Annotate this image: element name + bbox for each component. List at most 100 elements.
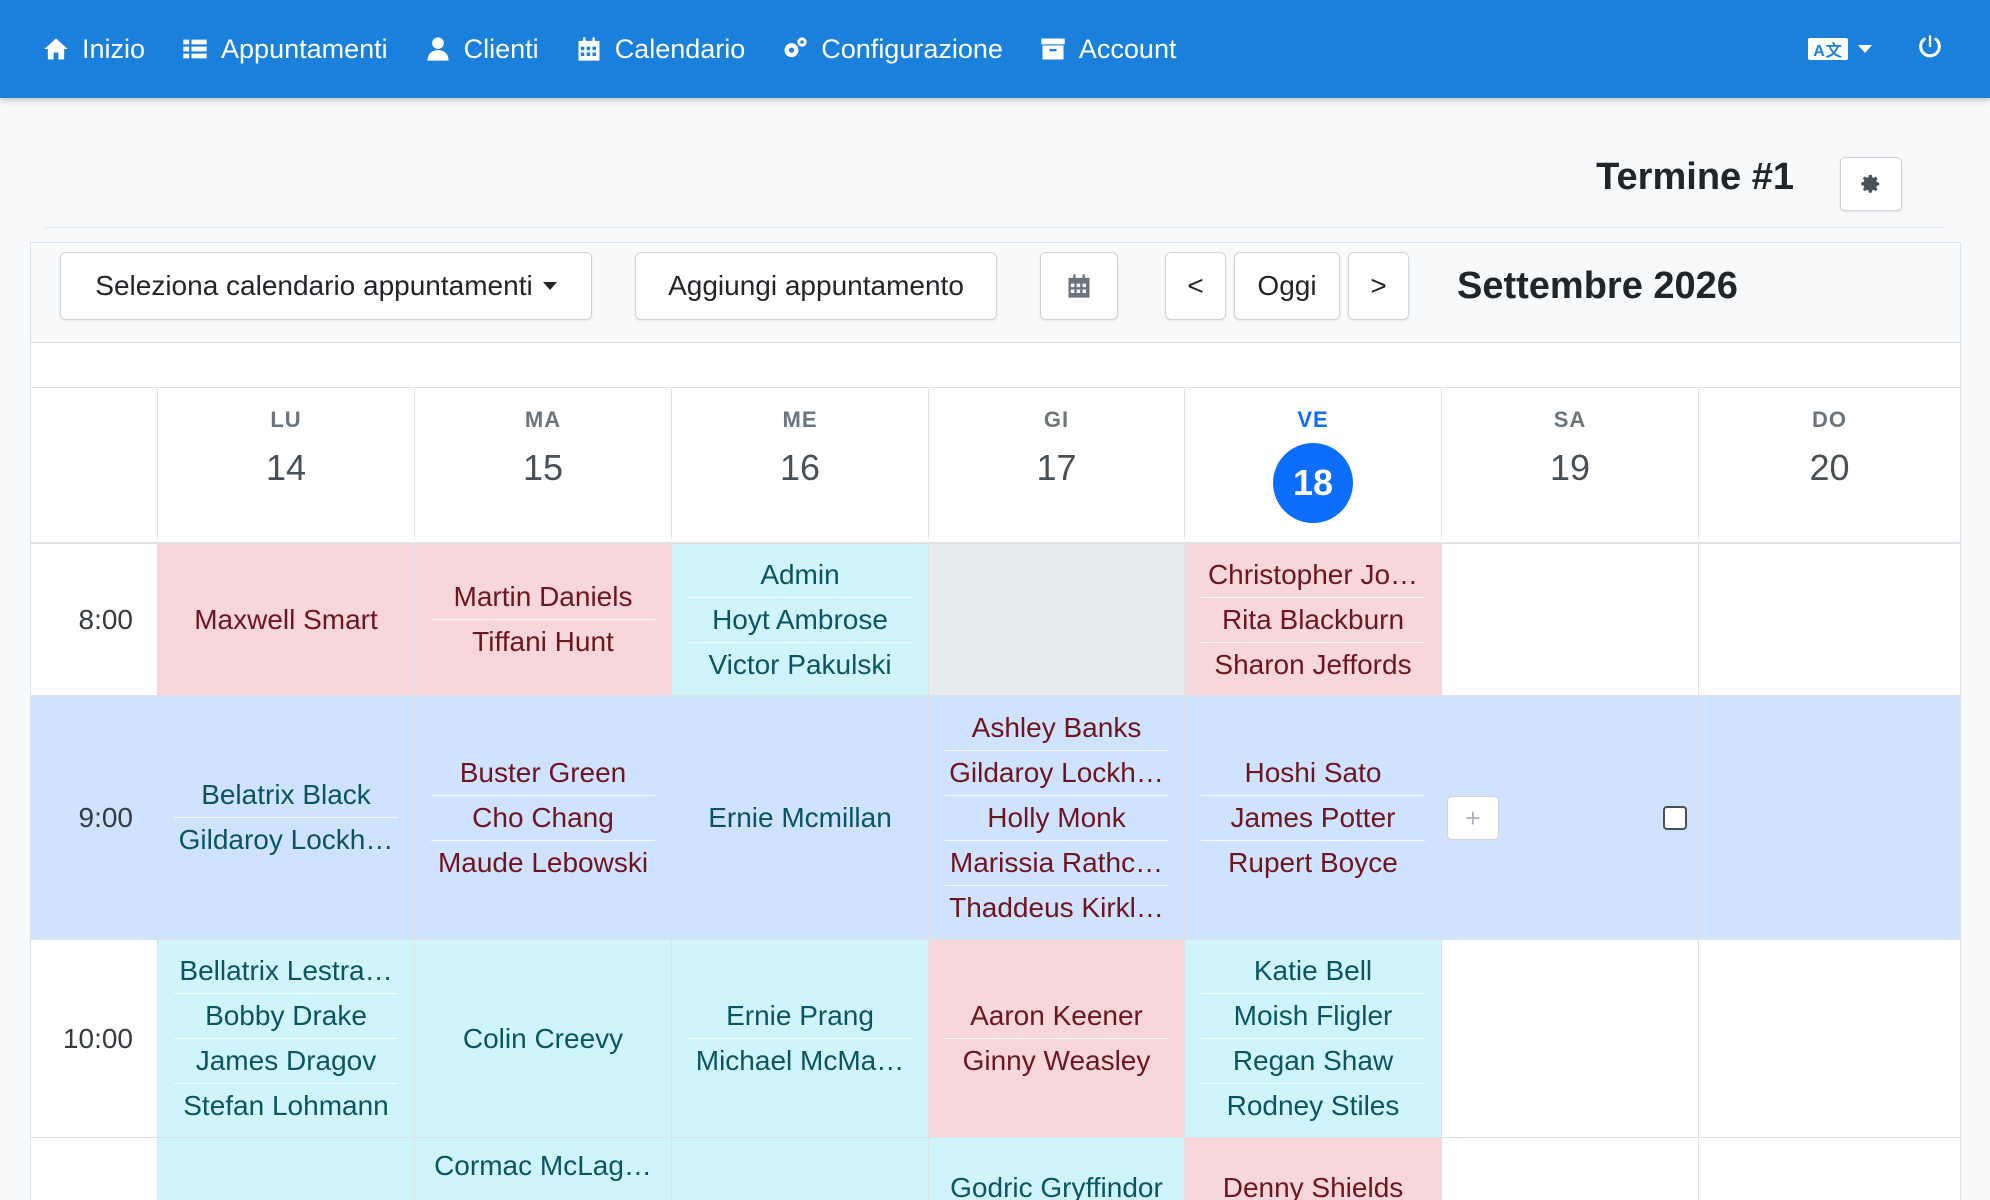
day-header-20[interactable]: DO 20 [1698,389,1960,539]
time-slot-cell[interactable]: Ernie Prang Michael McMa… [671,940,928,1137]
day-header-17[interactable]: GI 17 [928,389,1184,539]
time-slot-cell[interactable] [1698,1138,1960,1200]
month-title: Settembre 2026 [1457,265,1738,307]
day-header-18[interactable]: VE 18 [1184,389,1441,539]
day-number: 20 [1809,447,1850,488]
time-slot-cell[interactable] [1698,696,1960,939]
logout-button[interactable] [1916,33,1944,66]
appointment-client[interactable]: Ginny Weasley [945,1039,1168,1083]
next-week-button[interactable]: > [1348,252,1409,320]
language-dropdown[interactable]: A文 [1808,38,1872,60]
time-slot-cell[interactable] [1441,1138,1698,1200]
appointment-client[interactable]: Katie Bell [1201,949,1425,994]
today-label: Oggi [1257,270,1317,301]
today-button[interactable]: Oggi [1234,252,1340,320]
time-slot-cell[interactable]: Christopher Jo… Rita Blackburn Sharon Jeff… [1184,544,1441,695]
appointment-client[interactable]: Marissia Rathc… [945,841,1168,886]
select-calendar-label: Seleziona calendario appuntamenti [95,270,533,301]
time-slot-cell[interactable]: Colin Creevy [414,940,671,1137]
appointment-client[interactable]: Ashley Banks [945,706,1168,751]
nav-item-appuntamenti[interactable]: Appuntamenti [181,0,388,98]
appointment-client[interactable]: Bobby Drake [174,994,398,1039]
appointment-client[interactable]: Sharon Jeffords [1201,643,1425,687]
time-slot-cell[interactable]: Katie Bell Moish Fligler Regan Shaw Rodney … [1184,940,1441,1137]
time-slot-cell[interactable]: Ernie Mcmillan [671,696,928,939]
slot-checkbox[interactable] [1663,806,1687,830]
appointment-client[interactable]: Cho Chang [431,796,655,841]
time-slot-cell[interactable]: Martin Daniels Tiffani Hunt [414,544,671,695]
appointment-client[interactable]: Hoshi Sato [1201,751,1425,796]
day-header-15[interactable]: MA 15 [414,389,671,539]
add-slot-button[interactable]: + [1447,796,1499,840]
appointment-client[interactable]: Cormac McLag… [431,1144,655,1188]
time-slot-cell[interactable] [1441,544,1698,695]
time-slot-cell[interactable]: Hoshi Sato James Potter Rupert Boyce [1184,696,1441,939]
appointment-client[interactable]: Colin Creevy [431,1017,655,1061]
select-calendar-dropdown[interactable]: Seleziona calendario appuntamenti [60,252,592,320]
appointment-client[interactable]: Maxwell Smart [174,598,398,642]
appointment-client[interactable]: Belatrix Black [174,773,398,818]
prev-week-button[interactable]: < [1165,252,1226,320]
time-slot-cell[interactable]: Bellatrix Lestra… Bobby Drake James Dragov… [157,940,414,1137]
appointment-client[interactable]: Buster Green [431,751,655,796]
appointment-client[interactable]: Rita Blackburn [1201,598,1425,643]
day-number: 18 [1273,443,1353,523]
nav-label: Appuntamenti [221,33,388,64]
day-header-14[interactable]: LU 14 [157,389,414,539]
settings-button[interactable] [1840,157,1902,211]
time-label [31,1138,157,1200]
time-slot-cell[interactable] [928,544,1184,695]
time-slot-cell[interactable] [157,1138,414,1200]
appointment-client[interactable]: Ernie Prang [688,994,912,1039]
time-slot-cell[interactable] [1441,940,1698,1137]
nav-label: Configurazione [821,33,1003,64]
time-slot-cell[interactable] [1698,544,1960,695]
day-header-16[interactable]: ME 16 [671,389,928,539]
nav-item-account[interactable]: Account [1039,0,1176,98]
day-header-19[interactable]: SA 19 [1441,389,1698,539]
appointment-client[interactable]: Victor Pakulski [688,643,912,687]
time-slot-cell[interactable]: Aaron Keener Ginny Weasley [928,940,1184,1137]
day-number: 15 [522,447,564,488]
appointment-client[interactable]: Denny Shields [1201,1166,1425,1200]
appointment-client[interactable]: Maude Lebowski [431,841,655,885]
appointment-client[interactable]: Rupert Boyce [1201,841,1425,885]
time-slot-cell[interactable] [671,1138,928,1200]
appointment-client[interactable]: Martin Daniels [431,575,655,620]
appointment-client[interactable]: Thaddeus Kirkl… [945,886,1168,930]
appointment-client[interactable]: Regan Shaw [1201,1039,1425,1084]
appointment-client[interactable]: Ernie Mcmillan [688,796,912,840]
time-slot-cell[interactable]: Maxwell Smart [157,544,414,695]
time-slot-cell[interactable]: Ashley Banks Gildaroy Lockh… Holly Monk Mar… [928,696,1184,939]
appointment-client[interactable]: Gildaroy Lockh… [945,751,1168,796]
appointment-client[interactable]: Rodney Stiles [1201,1084,1425,1128]
date-picker-button[interactable] [1040,252,1118,320]
time-slot-cell[interactable] [1698,940,1960,1137]
add-appointment-button[interactable]: Aggiungi appuntamento [635,252,997,320]
appointment-client[interactable]: Aaron Keener [945,994,1168,1039]
time-slot-cell[interactable]: Denny Shields [1184,1138,1441,1200]
appointment-client[interactable]: Michael McMa… [688,1039,912,1083]
appointment-client[interactable]: Christopher Jo… [1201,553,1425,598]
appointment-client[interactable]: Stefan Lohmann [174,1084,398,1128]
nav-item-calendario[interactable]: Calendario [575,0,745,98]
time-slot-cell[interactable]: Cormac McLag… [414,1138,671,1200]
nav-item-clienti[interactable]: Clienti [424,0,539,98]
calendar-panel: Seleziona calendario appuntamenti Aggiun… [30,242,1961,1200]
appointment-client[interactable]: Gildaroy Lockh… [174,818,398,862]
appointment-client[interactable]: Hoyt Ambrose [688,598,912,643]
nav-item-configurazione[interactable]: Configurazione [781,0,1003,98]
appointment-client[interactable]: Admin [688,553,912,598]
time-slot-cell[interactable]: Buster Green Cho Chang Maude Lebowski [414,696,671,939]
appointment-client[interactable]: Holly Monk [945,796,1168,841]
appointment-client[interactable]: Tiffani Hunt [431,620,655,664]
appointment-client[interactable]: Moish Fligler [1201,994,1425,1039]
appointment-client[interactable]: Bellatrix Lestra… [174,949,398,994]
nav-item-inizio[interactable]: Inizio [42,0,145,98]
appointment-client[interactable]: Godric Gryffindor [945,1166,1168,1200]
time-slot-cell[interactable]: Godric Gryffindor [928,1138,1184,1200]
time-slot-cell[interactable]: Admin Hoyt Ambrose Victor Pakulski [671,544,928,695]
appointment-client[interactable]: James Potter [1201,796,1425,841]
appointment-client[interactable]: James Dragov [174,1039,398,1084]
time-slot-cell[interactable]: Belatrix Black Gildaroy Lockh… [157,696,414,939]
